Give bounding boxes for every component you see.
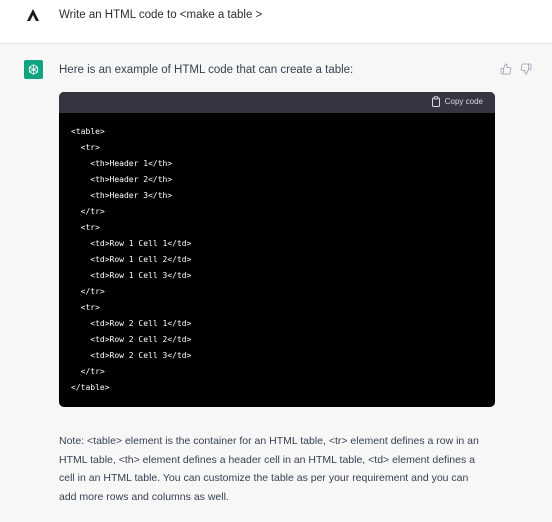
copy-code-label: Copy code — [444, 97, 483, 106]
user-message-text: Write an HTML code to <make a table > — [59, 9, 263, 21]
code-line: </tr> — [71, 367, 105, 376]
code-line: <tr> — [71, 143, 100, 152]
code-line: <th>Header 1</th> — [71, 159, 173, 168]
code-line: <td>Row 2 Cell 3</td> — [71, 351, 192, 360]
thumbs-up-icon[interactable] — [500, 62, 512, 75]
assistant-intro-text: Here is an example of HTML code that can… — [59, 64, 354, 76]
code-line: <table> — [71, 127, 105, 136]
code-line: <td>Row 1 Cell 1</td> — [71, 239, 192, 248]
code-line: <th>Header 2</th> — [71, 175, 173, 184]
code-line: </tr> — [71, 287, 105, 296]
user-message-row: Write an HTML code to <make a table > — [0, 0, 552, 44]
assistant-note-text: Note: <table> element is the container f… — [59, 435, 479, 503]
code-block-header: Copy code — [59, 92, 495, 113]
code-line: <td>Row 1 Cell 3</td> — [71, 271, 192, 280]
thumbs-down-icon[interactable] — [520, 62, 532, 75]
code-line: <td>Row 2 Cell 2</td> — [71, 335, 192, 344]
code-block: Copy code <table> <tr> <th>Header 1</th>… — [59, 92, 495, 407]
openai-logo-icon — [24, 60, 43, 79]
assistant-message-row: Here is an example of HTML code that can… — [0, 44, 552, 522]
copy-code-button[interactable]: Copy code — [431, 96, 483, 107]
code-line: <tr> — [71, 223, 100, 232]
clipboard-icon — [431, 96, 441, 107]
code-line: </tr> — [71, 207, 105, 216]
code-line: <td>Row 1 Cell 2</td> — [71, 255, 192, 264]
feedback-buttons — [500, 62, 532, 75]
code-line: <th>Header 3</th> — [71, 191, 173, 200]
code-content: <table> <tr> <th>Header 1</th> <th>Heade… — [59, 113, 495, 396]
code-line: <tr> — [71, 303, 100, 312]
code-line: </table> — [71, 383, 110, 392]
user-avatar-icon — [25, 7, 41, 23]
code-line: <td>Row 2 Cell 1</td> — [71, 319, 192, 328]
